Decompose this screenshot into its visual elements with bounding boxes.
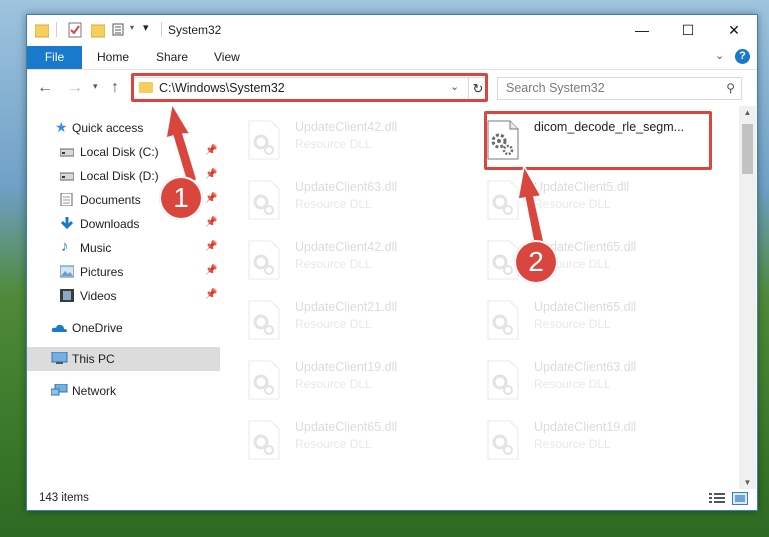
- annotation-step-2-badge: 2: [514, 240, 558, 284]
- annotation-arrow-1: [165, 101, 198, 184]
- annotation-arrows: [165, 101, 545, 245]
- step-1-label: 1: [173, 182, 189, 213]
- annotation-arrow-2: [517, 163, 545, 245]
- annotation-step-1-badge: 1: [159, 176, 203, 220]
- step-2-label: 2: [528, 246, 544, 277]
